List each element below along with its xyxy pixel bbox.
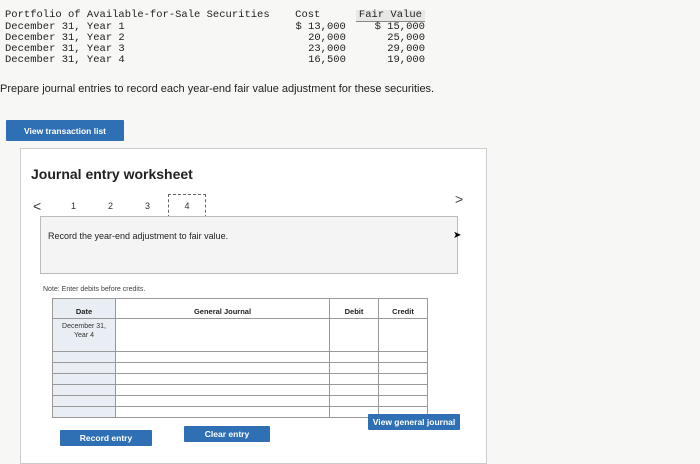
account-input[interactable] (115, 373, 330, 385)
credit-input[interactable] (378, 318, 428, 352)
account-input[interactable] (115, 362, 330, 374)
page-tab-2[interactable]: 2 (92, 201, 129, 211)
date-cell: December 31, Year 4 (52, 318, 116, 352)
account-input[interactable] (115, 351, 330, 363)
debit-input[interactable] (329, 318, 379, 352)
credit-input[interactable] (378, 362, 428, 374)
date-cell (52, 395, 116, 407)
row-label: December 31, Year 4 (5, 54, 125, 66)
debits-note: Note: Enter debits before credits. (43, 286, 146, 293)
date-line-2: Year 4 (74, 332, 94, 339)
account-input[interactable] (115, 406, 330, 418)
page-tab-1[interactable]: 1 (55, 201, 92, 211)
table-row (52, 373, 428, 385)
fair-value-header: Fair Value (355, 10, 425, 22)
credit-input[interactable] (378, 384, 428, 396)
general-journal-header: General Journal (115, 298, 330, 319)
row-fair-value: 19,000 (387, 54, 425, 66)
instruction-text: Prepare journal entries to record each y… (0, 83, 435, 95)
date-line-1: December 31, (62, 323, 106, 330)
row-cost: 16,500 (308, 54, 346, 66)
date-cell (52, 362, 116, 374)
clear-entry-button[interactable]: Clear entry (184, 426, 270, 442)
date-cell (52, 406, 116, 418)
credit-header: Credit (378, 298, 428, 319)
portfolio-table: Portfolio of Available-for-Sale Securiti… (5, 10, 425, 66)
next-page-icon[interactable]: > (455, 191, 463, 207)
credit-input[interactable] (378, 351, 428, 363)
page-tab-4-active[interactable]: 4 (168, 194, 206, 218)
debit-header: Debit (329, 298, 379, 319)
account-input[interactable] (115, 318, 330, 352)
portfolio-title: Portfolio of Available-for-Sale Securiti… (5, 9, 270, 22)
prompt-box: Record the year-end adjustment to fair v… (40, 216, 462, 274)
record-entry-button[interactable]: Record entry (60, 430, 152, 446)
prev-page-icon[interactable]: < (33, 198, 55, 214)
debit-input[interactable] (329, 373, 379, 385)
date-cell (52, 351, 116, 363)
debit-input[interactable] (329, 362, 379, 374)
table-row (52, 384, 428, 396)
credit-input[interactable] (378, 395, 428, 407)
prompt-text: Record the year-end adjustment to fair v… (48, 231, 229, 241)
credit-input[interactable] (378, 373, 428, 385)
journal-table: Date General Journal Debit Credit Decemb… (52, 298, 428, 418)
date-cell (52, 384, 116, 396)
account-input[interactable] (115, 395, 330, 407)
cost-header: Cost (295, 9, 321, 22)
mouse-cursor-icon: ➤ (453, 230, 462, 241)
date-header: Date (52, 298, 116, 319)
view-general-journal-button[interactable]: View general journal (368, 414, 460, 430)
debit-input[interactable] (329, 384, 379, 396)
worksheet-pagination: < 1 2 3 4 (33, 194, 206, 218)
debit-input[interactable] (329, 395, 379, 407)
table-row (52, 362, 428, 374)
worksheet-title: Journal entry worksheet (31, 166, 193, 182)
debit-input[interactable] (329, 351, 379, 363)
table-row: December 31, Year 4 (52, 318, 428, 352)
view-transaction-list-button[interactable]: View transaction list (6, 120, 124, 141)
table-row (52, 395, 428, 407)
date-cell (52, 373, 116, 385)
page-tab-3[interactable]: 3 (129, 201, 166, 211)
table-row (52, 351, 428, 363)
account-input[interactable] (115, 384, 330, 396)
